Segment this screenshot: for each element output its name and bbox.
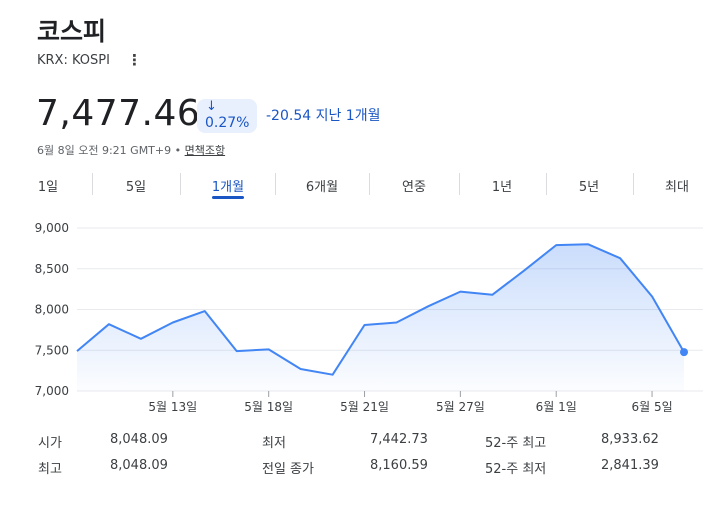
data-point — [331, 373, 335, 377]
tab-divider — [180, 173, 181, 195]
active-tab-indicator — [212, 196, 244, 199]
data-point — [554, 243, 558, 247]
y-tick-label: 9,000 — [35, 221, 69, 235]
x-tick-label: 6월 5일 — [631, 400, 672, 414]
y-tick-label: 7,500 — [35, 343, 69, 357]
tab-divider — [369, 173, 370, 195]
range-tabs: 1일 5일 1개월 6개월 연중 1년 5년 최대 — [0, 176, 703, 200]
stat-label-open: 시가 — [38, 436, 62, 451]
last-price-dot — [680, 348, 688, 357]
tab-divider — [92, 173, 93, 195]
stat-value-high: 8,048.09 — [110, 458, 168, 473]
stat-value-52w-low: 2,841.39 — [601, 458, 659, 473]
x-tick-label: 5월 18일 — [244, 400, 293, 414]
tab-divider — [546, 173, 547, 195]
data-point — [490, 293, 494, 297]
price-chart[interactable]: 9,000 8,500 8,000 7,500 7,000 5월 13일 5월 18일 5월 … — [0, 215, 703, 420]
data-point — [522, 268, 526, 272]
page-title: 코스피 — [37, 17, 107, 46]
stat-value-prev-close: 8,160.59 — [370, 458, 428, 473]
stat-label-52w-low: 52-주 최저 — [485, 462, 547, 477]
x-tick-label: 6월 1일 — [536, 400, 577, 414]
data-point — [139, 337, 143, 341]
tab-6m[interactable]: 6개월 — [306, 176, 338, 195]
change-badge: ↓ 0.27% — [197, 99, 257, 133]
x-tick-label: 5월 21일 — [340, 400, 389, 414]
y-tick-label: 7,000 — [35, 384, 69, 398]
x-tick-label: 5월 27일 — [436, 400, 485, 414]
data-point — [586, 242, 590, 246]
disclaimer-link[interactable]: 면책조항 — [185, 144, 225, 157]
stat-value-open: 8,048.09 — [110, 432, 168, 447]
data-point — [363, 323, 367, 327]
tab-ytd[interactable]: 연중 — [402, 176, 426, 195]
data-point — [75, 349, 79, 353]
data-point — [650, 294, 654, 298]
stat-label-high: 최고 — [38, 462, 62, 477]
data-point — [394, 321, 398, 325]
y-tick-label: 8,000 — [35, 303, 69, 317]
series-area — [77, 244, 684, 391]
tab-5d[interactable]: 5일 — [126, 176, 146, 195]
stat-label-52w-high: 52-주 최고 — [485, 436, 547, 451]
data-point — [235, 349, 239, 353]
data-point — [458, 290, 462, 294]
tab-max[interactable]: 최대 — [665, 176, 689, 195]
change-absolute: -20.54 지난 1개월 — [266, 108, 381, 124]
arrow-down-icon: ↓ — [206, 99, 217, 114]
stat-value-low: 7,442.73 — [370, 432, 428, 447]
data-point — [203, 309, 207, 313]
ticker-symbol: KRX: KOSPI — [37, 53, 110, 68]
more-vert-icon[interactable]: ⋮ — [127, 51, 142, 69]
tab-5y[interactable]: 5년 — [579, 176, 599, 195]
tab-1d[interactable]: 1일 — [38, 176, 58, 195]
data-point — [618, 256, 622, 260]
data-point — [426, 304, 430, 308]
x-tick-label: 5월 13일 — [148, 400, 197, 414]
stat-label-low: 최저 — [262, 436, 286, 451]
tab-divider — [633, 173, 634, 195]
data-point — [171, 321, 175, 325]
stat-value-52w-high: 8,933.62 — [601, 432, 659, 447]
current-price: 7,477.46 — [36, 93, 201, 134]
tab-divider — [459, 173, 460, 195]
tab-1m[interactable]: 1개월 — [212, 176, 244, 195]
data-point — [299, 367, 303, 371]
stat-label-prev-close: 전일 종가 — [262, 462, 314, 477]
change-percent: 0.27% — [205, 115, 250, 131]
timestamp-text: 6월 8일 오전 9:21 GMT+9 • — [37, 144, 185, 157]
quote-timestamp: 6월 8일 오전 9:21 GMT+9 • 면책조항 — [37, 142, 225, 158]
tab-1y[interactable]: 1년 — [492, 176, 512, 195]
data-point — [107, 322, 111, 326]
tab-divider — [275, 173, 276, 195]
y-tick-label: 8,500 — [35, 262, 69, 276]
data-point — [267, 347, 271, 351]
